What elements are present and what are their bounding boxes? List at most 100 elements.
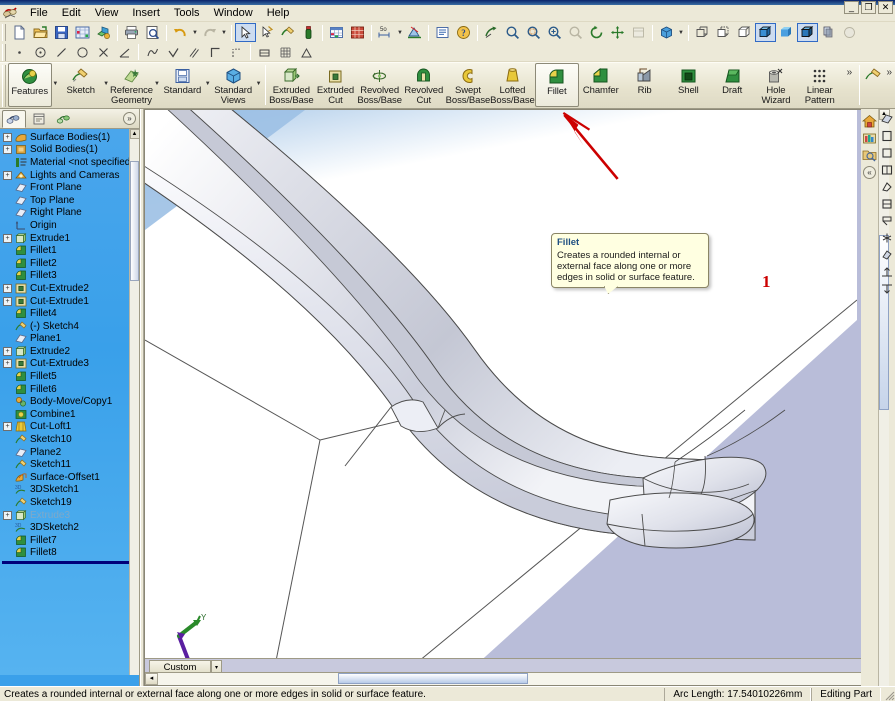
- minimize-button[interactable]: _: [844, 1, 859, 14]
- feature-tree-item[interactable]: + Extrude3: [0, 509, 139, 522]
- cm-fillet-button[interactable]: Fillet: [534, 63, 579, 107]
- cm-evaluate-tab[interactable]: [863, 63, 883, 107]
- menu-help[interactable]: Help: [260, 6, 297, 20]
- view-palette-dimetric-icon[interactable]: [878, 281, 895, 297]
- feature-tree-item[interactable]: + Cut-Extrude2: [0, 282, 139, 295]
- print-icon[interactable]: [121, 23, 142, 42]
- feature-tree-item[interactable]: Fillet6: [0, 383, 139, 396]
- view-palette-iso-icon[interactable]: [878, 230, 895, 246]
- feature-tree-item[interactable]: Plane1: [0, 333, 139, 346]
- cm-tab-reference-geometry[interactable]: Reference Geometry: [110, 63, 154, 107]
- cm-lofted-boss-base[interactable]: Lofted Boss/Base: [490, 63, 535, 107]
- save-icon[interactable]: [51, 23, 72, 42]
- feature-tree-item[interactable]: Right Plane: [0, 207, 139, 220]
- status-resize-grip[interactable]: [881, 688, 895, 701]
- tree-scroll-up-arrow-icon[interactable]: ▲: [129, 129, 139, 139]
- feature-tree-item[interactable]: Fillet2: [0, 257, 139, 270]
- view-palette-trimetric-icon[interactable]: [878, 247, 895, 263]
- toolbar-grip[interactable]: [2, 24, 6, 41]
- customize-grid-icon[interactable]: [347, 23, 368, 42]
- view-palette-top-icon[interactable]: [878, 196, 895, 212]
- pan-icon[interactable]: [607, 23, 628, 42]
- property-manager-tab[interactable]: [27, 110, 51, 128]
- restore-button[interactable]: ❐: [861, 1, 876, 14]
- viewport[interactable]: Y Fillet Creates a rounded internal or e…: [145, 110, 861, 658]
- horizontal-scrollbar[interactable]: ◂: [145, 672, 861, 685]
- cm-revolved-cut[interactable]: Revolved Cut: [402, 63, 446, 107]
- menu-tools[interactable]: Tools: [167, 6, 207, 20]
- cm-features-dropdown-arrow-icon[interactable]: ▼: [52, 63, 59, 105]
- menu-window[interactable]: Window: [207, 6, 260, 20]
- cm-shell-button[interactable]: Shell: [666, 63, 710, 107]
- feature-tree-item[interactable]: Fillet8: [0, 547, 139, 560]
- view-palette-normal-to-icon[interactable]: [878, 264, 895, 280]
- cm-rib-button[interactable]: Rib: [623, 63, 667, 107]
- realview-graphics-icon[interactable]: [839, 23, 860, 42]
- tree-expand-toggle[interactable]: +: [3, 359, 12, 369]
- cm-linear-pattern-button[interactable]: Linear Pattern: [798, 63, 842, 107]
- cm-tab-features[interactable]: Features: [7, 63, 52, 107]
- sketch-toolbar-grip[interactable]: [2, 43, 6, 61]
- tree-expand-toggle[interactable]: +: [3, 233, 12, 243]
- feature-tree-item[interactable]: Fillet4: [0, 307, 139, 320]
- cm-reference-geometry-dropdown-arrow-icon[interactable]: ▼: [153, 63, 160, 105]
- tree-expand-toggle[interactable]: +: [3, 283, 12, 293]
- feature-manager-tab[interactable]: [2, 109, 26, 128]
- angle-icon[interactable]: [114, 43, 135, 62]
- feature-tree-item[interactable]: Top Plane: [0, 194, 139, 207]
- redo-icon[interactable]: [199, 23, 220, 42]
- toolbox-icon[interactable]: [298, 23, 319, 42]
- zoom-in-out-icon[interactable]: [544, 23, 565, 42]
- menu-view[interactable]: View: [88, 6, 126, 20]
- grid-icon[interactable]: [275, 43, 296, 62]
- feature-tree-item[interactable]: Fillet3: [0, 270, 139, 283]
- cm-tab-sketch[interactable]: Sketch: [59, 63, 103, 107]
- feature-tree-item[interactable]: Fillet7: [0, 534, 139, 547]
- zoom-to-area-icon[interactable]: [523, 23, 544, 42]
- display-delete-relations-icon[interactable]: [163, 43, 184, 62]
- command-manager-overflow-chevron-icon[interactable]: »: [844, 65, 856, 80]
- tree-expand-toggle[interactable]: +: [3, 170, 12, 180]
- feature-tree-item[interactable]: + Cut-Extrude3: [0, 358, 139, 371]
- cm-sketch-dropdown-arrow-icon[interactable]: ▼: [103, 63, 110, 105]
- view-palette-bottom-icon[interactable]: [878, 213, 895, 229]
- feature-tree-item[interactable]: Combine1: [0, 408, 139, 421]
- file-explorer-icon[interactable]: [861, 147, 878, 163]
- options-grid-icon[interactable]: [326, 23, 347, 42]
- feature-tree-item[interactable]: Sketch19: [0, 496, 139, 509]
- cm-tab-standard[interactable]: Standard: [160, 63, 204, 107]
- make-assembly-from-part-icon[interactable]: [93, 23, 114, 42]
- feature-tree-item[interactable]: 3D 3DSketch1: [0, 484, 139, 497]
- rollback-bar[interactable]: [2, 561, 137, 565]
- view-orientation-dropdown-arrow-icon[interactable]: ▼: [677, 23, 685, 42]
- menu-insert[interactable]: Insert: [125, 6, 167, 20]
- open-folder-icon[interactable]: [30, 23, 51, 42]
- rebuild-icon[interactable]: [256, 23, 277, 42]
- solidworks-resources-home-icon[interactable]: [861, 113, 878, 129]
- tree-expand-toggle[interactable]: +: [3, 346, 12, 356]
- zoom-to-selection-icon[interactable]: [565, 23, 586, 42]
- hscroll-thumb[interactable]: [338, 673, 528, 684]
- tree-expand-toggle[interactable]: +: [3, 422, 12, 432]
- offset-entities-icon[interactable]: [184, 43, 205, 62]
- construction-geometry-icon[interactable]: [226, 43, 247, 62]
- make-drawing-from-part-icon[interactable]: [72, 23, 93, 42]
- line-icon[interactable]: [51, 43, 72, 62]
- cm-revolved-boss-base[interactable]: Revolved Boss/Base: [357, 63, 402, 107]
- tree-expand-toggle[interactable]: +: [3, 145, 12, 155]
- feature-tree-item[interactable]: Material <not specified>: [0, 156, 139, 169]
- feature-tree-item[interactable]: Fillet1: [0, 244, 139, 257]
- display-style-icon[interactable]: [797, 23, 818, 42]
- view-orientation-icon[interactable]: [656, 23, 677, 42]
- edit-sketch-icon[interactable]: [277, 23, 298, 42]
- menu-file[interactable]: File: [23, 6, 55, 20]
- feature-tree-item[interactable]: 3D 3DSketch2: [0, 521, 139, 534]
- measure-dropdown-arrow-icon[interactable]: ▼: [396, 23, 404, 42]
- help-icon[interactable]: ?: [453, 23, 474, 42]
- menu-edit[interactable]: Edit: [55, 6, 88, 20]
- feature-tree-item[interactable]: + Surface Bodies(1): [0, 131, 139, 144]
- point-icon[interactable]: [9, 43, 30, 62]
- view-palette-right-icon[interactable]: [878, 179, 895, 195]
- close-button[interactable]: ✕: [878, 1, 893, 14]
- cm-draft-button[interactable]: Draft: [710, 63, 754, 107]
